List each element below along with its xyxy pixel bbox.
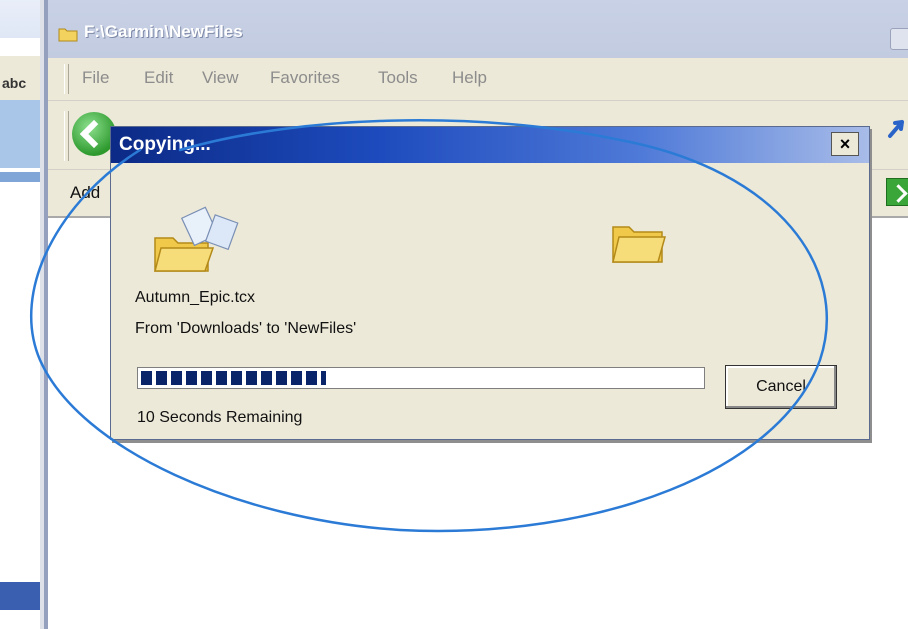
- background-window-panel-edge: [0, 172, 44, 182]
- background-window: abc: [0, 0, 44, 629]
- dialog-title: Copying...: [119, 134, 211, 155]
- menu-view[interactable]: View: [202, 68, 239, 88]
- menu-favorites[interactable]: Favorites: [270, 68, 340, 88]
- copy-source-destination: From 'Downloads' to 'NewFiles': [135, 320, 357, 337]
- progress-fill: [141, 371, 326, 385]
- background-window-panel: [0, 100, 44, 168]
- menu-help[interactable]: Help: [452, 68, 487, 88]
- cancel-button[interactable]: Cancel: [725, 365, 837, 409]
- up-folder-icon[interactable]: [886, 116, 908, 142]
- menu-file[interactable]: File: [82, 68, 109, 88]
- folder-icon: [58, 28, 78, 42]
- time-remaining: 10 Seconds Remaining: [137, 409, 303, 426]
- file-name: Autumn_Epic.tcx: [135, 289, 256, 306]
- menu-tools[interactable]: Tools: [378, 68, 418, 88]
- dialog-titlebar: Copying... ×: [111, 127, 869, 163]
- toolbar-grip[interactable]: [64, 111, 69, 161]
- copying-dialog: Copying... × Autumn_Epic.tcx From 'Downl…: [110, 126, 870, 440]
- copy-progress-bar: [137, 367, 705, 389]
- background-window-titlebar: [0, 0, 44, 38]
- close-button[interactable]: ×: [831, 132, 859, 156]
- background-window-taskbar-item[interactable]: [0, 582, 42, 610]
- flying-papers-folder-icon: [154, 206, 239, 272]
- background-window-text: abc: [2, 75, 27, 91]
- explorer-title: F:\Garmin\NewFiles: [84, 22, 243, 41]
- menubar-grip[interactable]: [64, 64, 69, 94]
- minimize-button[interactable]: [890, 28, 908, 50]
- explorer-titlebar: F:\Garmin\NewFiles: [48, 0, 908, 58]
- address-label: Add: [70, 183, 101, 202]
- menu-edit[interactable]: Edit: [144, 68, 173, 88]
- go-arrow-icon[interactable]: [886, 178, 908, 206]
- destination-folder-icon: [612, 226, 666, 263]
